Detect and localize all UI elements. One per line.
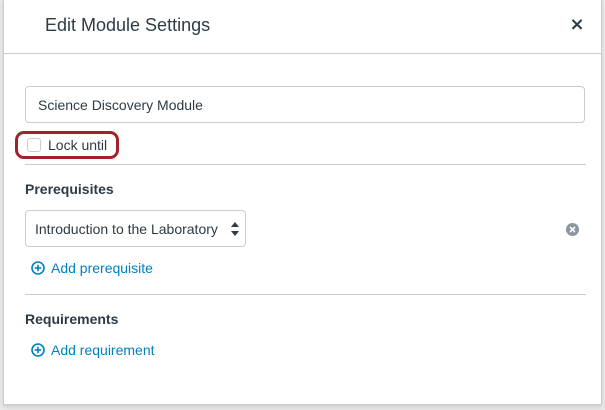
edit-module-dialog: Edit Module Settings × Lock until Prereq… (3, 0, 602, 405)
lock-until-label: Lock until (48, 137, 108, 153)
section-divider (25, 164, 586, 165)
remove-circle-icon[interactable] (566, 223, 579, 236)
prerequisite-select-value: Introduction to the Laboratory (35, 220, 218, 237)
plus-circle-icon (31, 343, 45, 357)
lock-until-checkbox[interactable] (27, 138, 41, 152)
plus-circle-icon (31, 261, 45, 275)
dialog-header: Edit Module Settings × (4, 0, 601, 54)
add-requirement-button[interactable]: Add requirement (31, 342, 155, 358)
add-requirement-label: Add requirement (51, 342, 155, 358)
add-prerequisite-label: Add prerequisite (51, 260, 153, 276)
requirements-heading: Requirements (25, 311, 119, 327)
lock-until-toggle[interactable]: Lock until (15, 131, 119, 159)
prerequisites-heading: Prerequisites (25, 181, 114, 197)
close-button[interactable]: × (567, 14, 587, 36)
section-divider (25, 294, 586, 295)
module-name-input[interactable] (25, 86, 585, 123)
add-prerequisite-button[interactable]: Add prerequisite (31, 260, 153, 276)
select-arrows-icon (231, 222, 239, 236)
dialog-title: Edit Module Settings (45, 15, 211, 35)
prerequisite-select[interactable]: Introduction to the Laboratory (25, 210, 246, 247)
